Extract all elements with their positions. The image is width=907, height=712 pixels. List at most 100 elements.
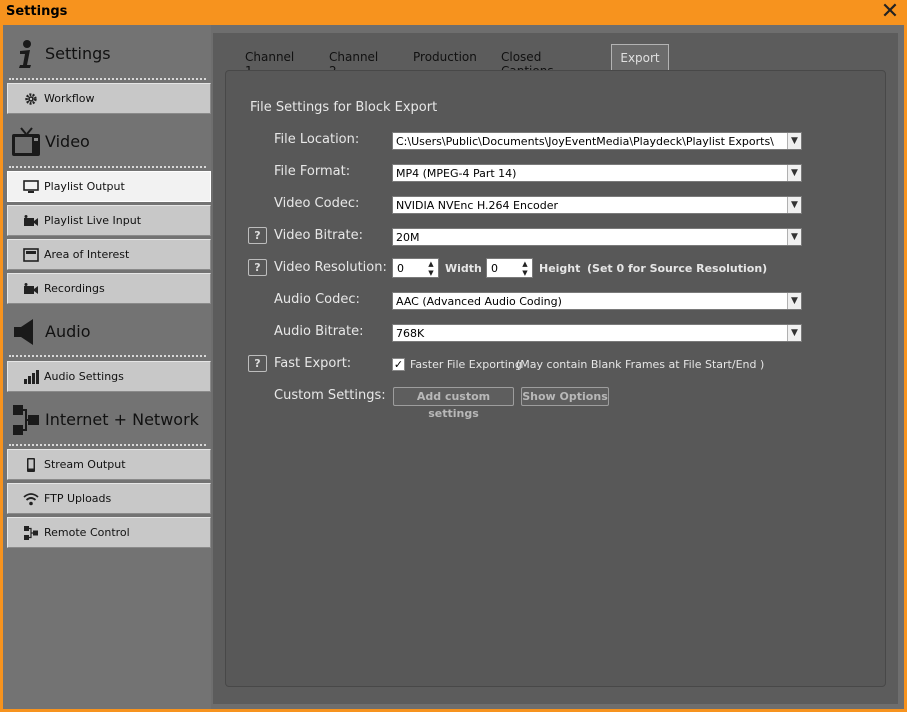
sidebar: Settings Workflow Video Playlist Output bbox=[3, 25, 211, 709]
stepper-down-icon[interactable]: ▼ bbox=[426, 269, 436, 277]
sidebar-item-ftp-uploads[interactable]: FTP Uploads bbox=[7, 483, 211, 514]
frame-icon bbox=[23, 248, 39, 262]
export-panel bbox=[225, 70, 886, 687]
info-icon bbox=[19, 40, 31, 68]
divider bbox=[9, 78, 206, 80]
stepper-value: 0 bbox=[397, 262, 404, 275]
select-value: AAC (Advanced Audio Coding) bbox=[396, 295, 562, 308]
width-stepper[interactable]: 0 ▲ ▼ bbox=[392, 258, 439, 278]
fast-export-label: Fast Export: bbox=[274, 356, 352, 371]
gear-icon bbox=[25, 93, 37, 105]
audio-bitrate-label: Audio Bitrate: bbox=[274, 324, 364, 339]
network-icon bbox=[13, 405, 39, 435]
sidebar-item-label: FTP Uploads bbox=[44, 492, 112, 505]
video-resolution-label: Video Resolution: bbox=[274, 260, 387, 275]
fast-export-checkbox[interactable]: ✓ bbox=[392, 358, 405, 371]
sidebar-item-playlist-live-input[interactable]: Playlist Live Input bbox=[7, 205, 211, 236]
section-heading: File Settings for Block Export bbox=[250, 100, 438, 115]
wifi-icon bbox=[23, 493, 39, 506]
sidebar-item-recordings[interactable]: Recordings bbox=[7, 273, 211, 304]
category-video: Video bbox=[3, 116, 211, 168]
sidebar-item-label: Workflow bbox=[44, 92, 95, 105]
category-label: Audio bbox=[45, 322, 91, 341]
bars-icon bbox=[24, 370, 39, 384]
chevron-down-icon: ▼ bbox=[787, 197, 801, 213]
show-options-button[interactable]: Show Options bbox=[521, 387, 609, 406]
stepper-value: 0 bbox=[491, 262, 498, 275]
file-location-label: File Location: bbox=[274, 132, 360, 147]
chevron-down-icon: ▼ bbox=[787, 293, 801, 309]
height-label: Height bbox=[539, 262, 581, 275]
close-icon[interactable]: ✕ bbox=[880, 1, 900, 23]
video-codec-select[interactable]: NVIDIA NVEnc H.264 Encoder ▼ bbox=[392, 196, 802, 214]
divider bbox=[9, 444, 206, 446]
category-label: Internet + Network bbox=[45, 410, 199, 429]
select-value: NVIDIA NVEnc H.264 Encoder bbox=[396, 199, 558, 212]
select-value: 20M bbox=[396, 231, 420, 244]
file-location-select[interactable]: C:\Users\Public\Documents\JoyEventMedia\… bbox=[392, 132, 802, 150]
fast-export-checkbox-label: Faster File Exporting bbox=[410, 358, 522, 371]
video-bitrate-label: Video Bitrate: bbox=[274, 228, 363, 243]
chevron-down-icon: ▼ bbox=[787, 133, 801, 149]
video-bitrate-help-button[interactable]: ? bbox=[248, 227, 267, 244]
sidebar-item-workflow[interactable]: Workflow bbox=[7, 83, 211, 114]
sidebar-item-label: Playlist Output bbox=[44, 180, 125, 193]
select-value: C:\Users\Public\Documents\JoyEventMedia\… bbox=[396, 135, 774, 148]
audio-codec-select[interactable]: AAC (Advanced Audio Coding) ▼ bbox=[392, 292, 802, 310]
sidebar-item-audio-settings[interactable]: Audio Settings bbox=[7, 361, 211, 392]
audio-codec-label: Audio Codec: bbox=[274, 292, 360, 307]
speaker-icon bbox=[14, 319, 33, 345]
category-settings: Settings bbox=[3, 28, 211, 80]
phone-icon bbox=[27, 458, 35, 472]
stepper-down-icon[interactable]: ▼ bbox=[520, 269, 530, 277]
tab-channel-2[interactable]: Channel 2 bbox=[329, 44, 389, 78]
height-stepper[interactable]: 0 ▲ ▼ bbox=[486, 258, 533, 278]
sidebar-item-label: Area of Interest bbox=[44, 248, 130, 261]
divider bbox=[9, 355, 206, 357]
sidebar-item-label: Audio Settings bbox=[44, 370, 124, 383]
divider bbox=[9, 166, 206, 168]
chevron-down-icon: ▼ bbox=[787, 229, 801, 245]
sidebar-item-label: Recordings bbox=[44, 282, 105, 295]
sidebar-item-stream-output[interactable]: Stream Output bbox=[7, 449, 211, 480]
audio-bitrate-select[interactable]: 768K ▼ bbox=[392, 324, 802, 342]
sidebar-item-label: Remote Control bbox=[44, 526, 130, 539]
video-codec-label: Video Codec: bbox=[274, 196, 360, 211]
select-value: 768K bbox=[396, 327, 425, 340]
select-value: MP4 (MPEG-4 Part 14) bbox=[396, 167, 517, 180]
sidebar-item-label: Playlist Live Input bbox=[44, 214, 142, 227]
resolution-note: (Set 0 for Source Resolution) bbox=[587, 262, 768, 275]
category-label: Video bbox=[45, 132, 90, 151]
tab-closed-captions[interactable]: Closed Captions bbox=[501, 44, 597, 78]
monitor-icon bbox=[23, 180, 39, 193]
window-title: Settings bbox=[6, 4, 68, 19]
video-bitrate-select[interactable]: 20M ▼ bbox=[392, 228, 802, 246]
camera-icon bbox=[24, 283, 38, 294]
fast-export-help-button[interactable]: ? bbox=[248, 355, 267, 372]
file-format-label: File Format: bbox=[274, 164, 351, 179]
chevron-down-icon: ▼ bbox=[787, 165, 801, 181]
file-format-select[interactable]: MP4 (MPEG-4 Part 14) ▼ bbox=[392, 164, 802, 182]
sidebar-item-remote-control[interactable]: Remote Control bbox=[7, 517, 211, 548]
width-label: Width bbox=[445, 262, 482, 275]
stepper-up-icon[interactable]: ▲ bbox=[426, 260, 436, 268]
add-custom-settings-button[interactable]: Add custom settings bbox=[393, 387, 514, 420]
category-label: Settings bbox=[45, 44, 111, 63]
sidebar-item-area-of-interest[interactable]: Area of Interest bbox=[7, 239, 211, 270]
tab-channel-1[interactable]: Channel 1 bbox=[245, 44, 305, 78]
sidebar-item-playlist-output[interactable]: Playlist Output bbox=[7, 171, 211, 202]
sidebar-item-label: Stream Output bbox=[44, 458, 126, 471]
fast-export-note: (May contain Blank Frames at File Start/… bbox=[516, 358, 765, 371]
camera-icon bbox=[24, 215, 38, 226]
tab-production[interactable]: Production bbox=[413, 44, 479, 70]
tv-icon bbox=[12, 127, 40, 156]
network-icon bbox=[24, 526, 38, 540]
title-bar: Settings ✕ bbox=[0, 0, 907, 25]
stepper-up-icon[interactable]: ▲ bbox=[520, 260, 530, 268]
tab-export[interactable]: Export bbox=[611, 44, 669, 70]
chevron-down-icon: ▼ bbox=[787, 325, 801, 341]
category-internet-network: Internet + Network bbox=[3, 394, 211, 446]
category-audio: Audio bbox=[3, 306, 211, 358]
video-resolution-help-button[interactable]: ? bbox=[248, 259, 267, 276]
custom-settings-label: Custom Settings: bbox=[274, 388, 386, 403]
